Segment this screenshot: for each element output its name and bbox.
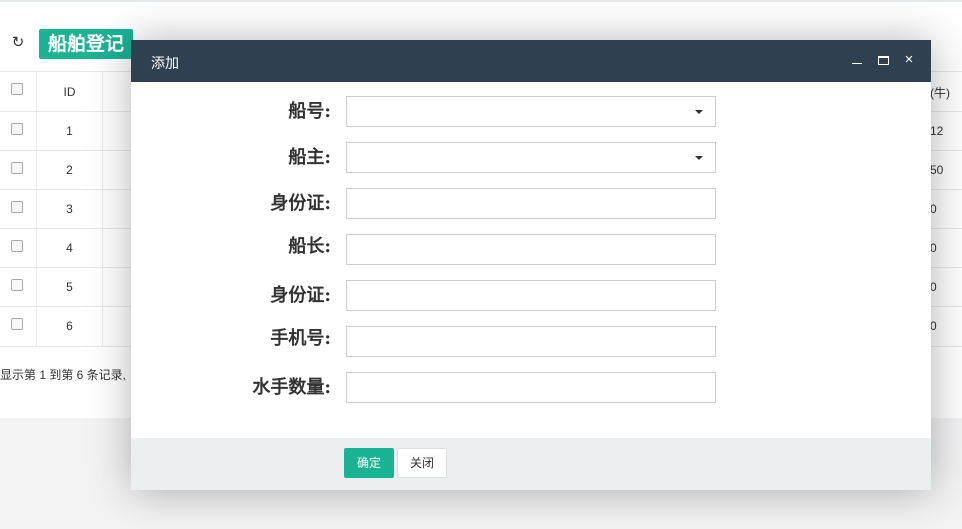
cell-last: 0 [930, 202, 937, 216]
cell-id: 5 [36, 268, 103, 306]
owner-id-input[interactable] [346, 188, 716, 219]
header-last-col[interactable]: (牛) [930, 84, 950, 101]
close-icon[interactable]: × [902, 52, 916, 68]
cell-last: 12 [930, 124, 944, 138]
owner-select[interactable] [346, 142, 716, 173]
row-checkbox[interactable] [11, 279, 23, 291]
row-checkbox[interactable] [11, 162, 23, 174]
field-row-phone: 手机号: [131, 326, 931, 357]
field-label: 船号: [288, 101, 331, 122]
close-button[interactable]: 关闭 [397, 448, 447, 478]
cell-last: 0 [930, 241, 937, 255]
row-checkbox[interactable] [11, 201, 23, 213]
field-row-crew-count: 水手数量: [131, 372, 931, 403]
field-label: 手机号: [270, 328, 331, 349]
field-row-owner-id: 身份证: [131, 188, 931, 219]
cell-id: 4 [36, 229, 103, 267]
dialog-footer: 确定 关闭 [131, 438, 931, 490]
dialog-title: 添加 [151, 55, 179, 71]
maximize-icon[interactable] [876, 52, 890, 68]
crew-count-input[interactable] [346, 372, 716, 403]
header-id[interactable]: ID [36, 72, 103, 111]
cell-last: 50 [930, 163, 944, 177]
row-checkbox[interactable] [11, 123, 23, 135]
refresh-icon[interactable]: ↻ [9, 34, 27, 52]
pagination-info: 显示第 1 到第 6 条记录, [0, 368, 127, 382]
cell-id: 1 [36, 112, 103, 150]
chevron-down-icon [695, 156, 703, 160]
dialog-body: 船号: 船主: 身份证: 船长: 身份证: 手机号: 水手数量: [131, 82, 931, 438]
row-checkbox[interactable] [11, 318, 23, 330]
field-label: 船长: [288, 236, 331, 257]
field-row-captain-id: 身份证: [131, 280, 931, 311]
field-row-owner: 船主: [131, 142, 931, 173]
ship-number-select[interactable] [346, 96, 716, 127]
select-all-checkbox[interactable] [11, 83, 23, 95]
field-label: 船主: [288, 147, 331, 168]
top-divider [0, 0, 962, 2]
field-row-ship-number: 船号: [131, 96, 931, 127]
cell-id: 2 [36, 151, 103, 189]
captain-id-input[interactable] [346, 280, 716, 311]
captain-input[interactable] [346, 234, 716, 265]
minimize-icon[interactable] [850, 52, 864, 68]
cell-id: 6 [36, 307, 103, 346]
add-dialog: 添加 × 船号: 船主: 身份证: 船长: 身份证: 手机号: 水手数量: 确定… [131, 40, 931, 490]
cell-last: 0 [930, 280, 937, 294]
cell-last: 0 [930, 319, 937, 333]
field-label: 身份证: [270, 193, 331, 214]
field-label: 身份证: [270, 285, 331, 306]
dialog-header[interactable]: 添加 × [131, 40, 931, 82]
field-row-captain: 船长: [131, 234, 931, 265]
confirm-button[interactable]: 确定 [344, 448, 394, 478]
row-checkbox[interactable] [11, 240, 23, 252]
phone-input[interactable] [346, 326, 716, 357]
page-title: 船舶登记 [39, 29, 133, 59]
cell-id: 3 [36, 190, 103, 228]
chevron-down-icon [695, 110, 703, 114]
field-label: 水手数量: [252, 377, 331, 398]
